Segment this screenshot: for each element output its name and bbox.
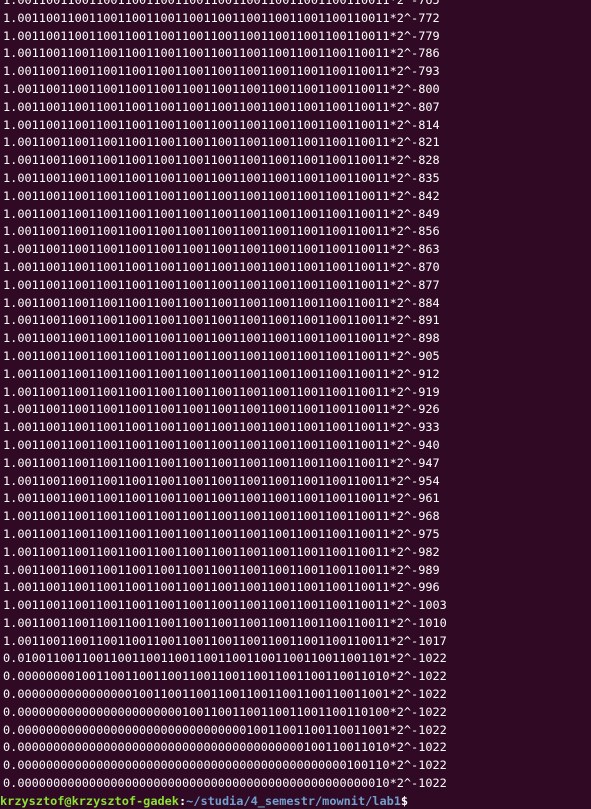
output-line: 1.00110011001100110011001100110011001100… (3, 491, 440, 506)
output-line: 0.00000000000000000000000000000000000000… (3, 740, 447, 755)
output-line: 1.00110011001100110011001100110011001100… (3, 224, 440, 239)
output-line: 1.00110011001100110011001100110011001100… (3, 295, 440, 310)
output-line: 1.00110011001100110011001100110011001100… (3, 598, 447, 613)
terminal-window[interactable]: 1.00110011001100110011001100110011001100… (0, 0, 591, 809)
output-line: 1.00110011001100110011001100110011001100… (3, 206, 440, 221)
output-line: 1.00110011001100110011001100110011001100… (3, 402, 440, 417)
output-line: 1.00110011001100110011001100110011001100… (3, 544, 440, 559)
output-line: 1.00110011001100110011001100110011001100… (3, 28, 440, 43)
output-line: 1.00110011001100110011001100110011001100… (3, 188, 440, 203)
output-line: 1.00110011001100110011001100110011001100… (3, 633, 447, 648)
output-line: 1.00110011001100110011001100110011001100… (3, 242, 440, 257)
output-line: 1.00110011001100110011001100110011001100… (3, 509, 440, 524)
output-line: 1.00110011001100110011001100110011001100… (3, 313, 440, 328)
output-line: 1.00110011001100110011001100110011001100… (3, 580, 440, 595)
terminal-output: 1.00110011001100110011001100110011001100… (0, 0, 591, 809)
output-line: 1.00110011001100110011001100110011001100… (3, 348, 440, 363)
output-line: 1.00110011001100110011001100110011001100… (3, 526, 440, 541)
output-line: 0.00000000000000001001100110011001100110… (3, 687, 447, 702)
output-line: 0.00000000000000000000000000000000000000… (3, 776, 447, 791)
shell-prompt[interactable]: krzysztof@krzysztof-gadek:~/studia/4_sem… (0, 793, 591, 809)
output-line: 1.00110011001100110011001100110011001100… (3, 10, 440, 25)
output-line: 1.00110011001100110011001100110011001100… (3, 420, 440, 435)
prompt-path: ~/studia/4_semestr/mownit/lab1 (186, 793, 401, 808)
output-line: 1.00110011001100110011001100110011001100… (3, 46, 440, 61)
prompt-symbol: $ (400, 793, 409, 808)
output-line: 1.00110011001100110011001100110011001100… (3, 81, 440, 96)
prompt-user-host: krzysztof@krzysztof-gadek (0, 793, 179, 808)
output-line: 1.00110011001100110011001100110011001100… (3, 366, 440, 381)
output-line: 1.00110011001100110011001100110011001100… (3, 615, 447, 630)
output-line: 1.00110011001100110011001100110011001100… (3, 259, 440, 274)
output-line: 1.00110011001100110011001100110011001100… (3, 473, 440, 488)
output-line: 1.00110011001100110011001100110011001100… (3, 64, 440, 79)
output-line: 1.00110011001100110011001100110011001100… (3, 170, 440, 185)
output-line: 1.00110011001100110011001100110011001100… (3, 384, 440, 399)
output-line: 1.00110011001100110011001100110011001100… (3, 331, 440, 346)
output-line: 1.00110011001100110011001100110011001100… (3, 455, 440, 470)
output-line: 0.00000000100110011001100110011001100110… (3, 669, 447, 684)
output-line: 1.00110011001100110011001100110011001100… (3, 277, 440, 292)
output-line: 1.00110011001100110011001100110011001100… (3, 437, 440, 452)
output-line: 1.00110011001100110011001100110011001100… (3, 135, 440, 150)
output-line: 1.00110011001100110011001100110011001100… (3, 117, 440, 132)
output-line: 0.00000000000000000000000000000000100110… (3, 722, 447, 737)
output-line: 0.00000000000000000000000100110011001100… (3, 704, 447, 719)
output-line: 1.00110011001100110011001100110011001100… (3, 99, 440, 114)
output-line: 1.00110011001100110011001100110011001100… (3, 0, 440, 7)
output-line: 0.00000000000000000000000000000000000000… (3, 758, 447, 773)
output-line: 1.00110011001100110011001100110011001100… (3, 562, 440, 577)
output-line: 1.00110011001100110011001100110011001100… (3, 153, 440, 168)
output-line: 0.01001100110011001100110011001100110011… (3, 651, 447, 666)
